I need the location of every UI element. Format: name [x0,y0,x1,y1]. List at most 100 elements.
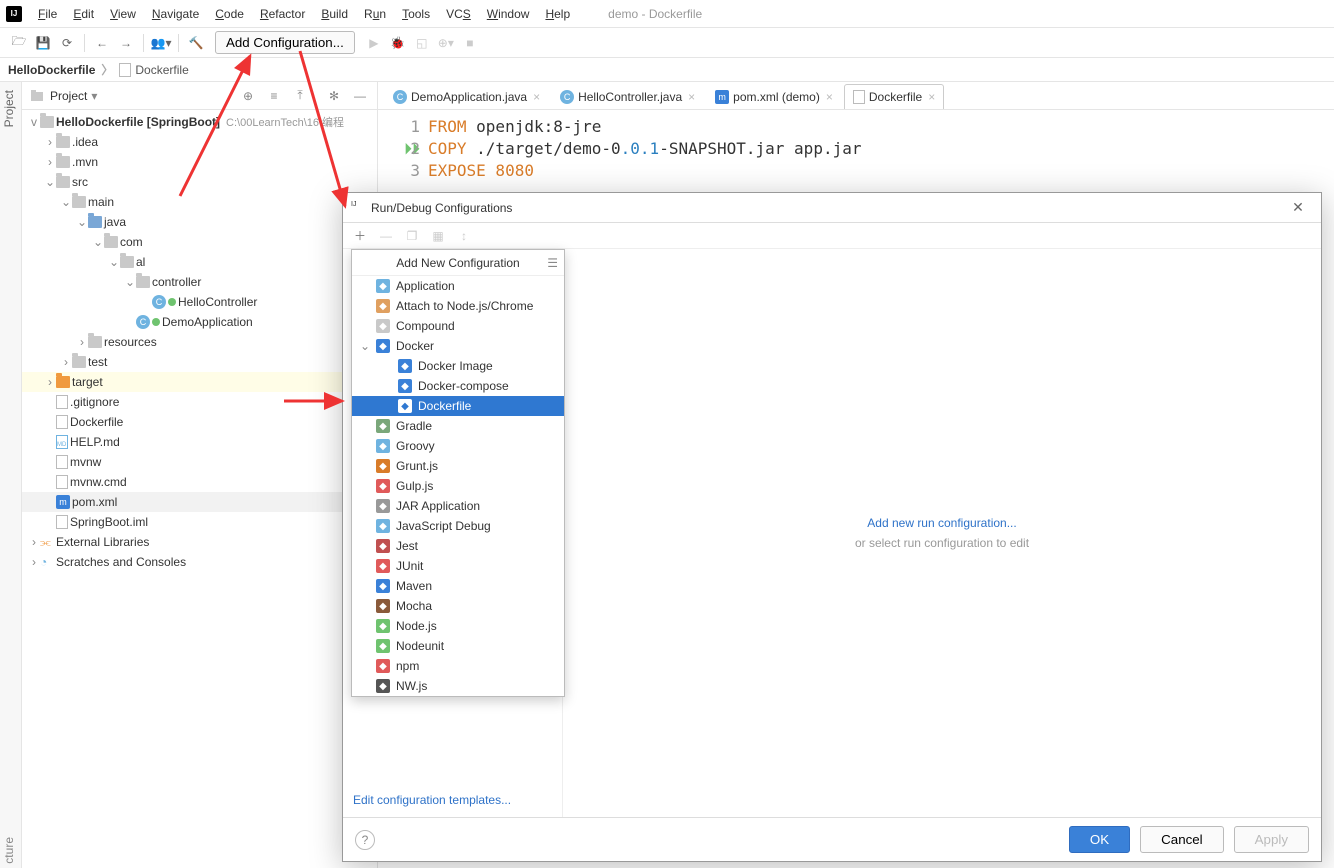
tree-node[interactable]: › target [22,372,377,392]
tree-node[interactable]: HELP.md [22,432,377,452]
apply-button[interactable]: Apply [1234,826,1309,853]
tree-node[interactable]: ⌄ main [22,192,377,212]
gear-icon[interactable]: ✻ [325,87,343,105]
menu-tools[interactable]: Tools [394,3,438,25]
code-editor[interactable]: 1 ⏵⏵ 2 3 FROM openjdk:8-jre COPY ./targe… [378,110,1334,188]
config-type-item[interactable]: ◆ Grunt.js [352,456,564,476]
tree-node[interactable]: › .mvn [22,152,377,172]
save-icon[interactable]: 💾 [32,32,54,54]
save-config-icon[interactable]: ▦ [429,229,447,243]
remove-config-icon[interactable]: — [377,229,395,243]
coverage-icon[interactable]: ◱ [411,32,433,54]
close-tab-icon[interactable]: × [928,90,935,104]
debug-icon[interactable]: 🐞 [387,32,409,54]
config-type-item[interactable]: ◆ JAR Application [352,496,564,516]
tree-node[interactable]: › test [22,352,377,372]
config-type-item[interactable]: ◆ Gradle [352,416,564,436]
forward-icon[interactable]: → [115,32,137,54]
profile-icon[interactable]: ⊕▾ [435,32,457,54]
config-type-item[interactable]: ◆ Node.js [352,616,564,636]
menu-navigate[interactable]: Navigate [144,3,207,25]
menu-file[interactable]: File [30,3,65,25]
config-type-item[interactable]: ◆ NW.js [352,676,564,696]
stop-icon[interactable]: ■ [459,32,481,54]
menu-run[interactable]: Run [356,3,394,25]
cancel-button[interactable]: Cancel [1140,826,1224,853]
config-type-item[interactable]: ◆ Nodeunit [352,636,564,656]
tree-node[interactable]: SpringBoot.iml [22,512,377,532]
tree-node[interactable]: ⌄ com [22,232,377,252]
config-type-item[interactable]: ◆ Dockerfile [352,396,564,416]
tree-node[interactable]: .gitignore [22,392,377,412]
build-icon[interactable]: 🔨 [185,32,207,54]
config-type-item[interactable]: ◆ Compound [352,316,564,336]
tree-root[interactable]: v HelloDockerfile [SpringBoot] C:\00Lear… [22,112,377,132]
menu-help[interactable]: Help [537,3,578,25]
tree-node[interactable]: ⌄ al [22,252,377,272]
tree-scratches[interactable]: ›◔ Scratches and Consoles [22,552,377,572]
copy-config-icon[interactable]: ❐ [403,229,421,243]
config-type-item[interactable]: ⌄ ◆ Docker [352,336,564,356]
tree-node[interactable]: ⌄ java [22,212,377,232]
tree-node[interactable]: Dockerfile [22,412,377,432]
open-icon[interactable]: 🗁 [8,32,30,54]
menu-edit[interactable]: Edit [65,3,102,25]
config-type-item[interactable]: ◆ Groovy [352,436,564,456]
menu-code[interactable]: Code [207,3,252,25]
sync-icon[interactable]: ⟳ [56,32,78,54]
config-type-item[interactable]: ◆ Jest [352,536,564,556]
dialog-close-icon[interactable]: ✕ [1283,199,1313,216]
tree-external-libraries[interactable]: ›⫘ External Libraries [22,532,377,552]
add-configuration-button[interactable]: Add Configuration... [215,31,355,54]
back-icon[interactable]: ← [91,32,113,54]
editor-tab[interactable]: Dockerfile× [844,84,944,109]
project-tree[interactable]: v HelloDockerfile [SpringBoot] C:\00Lear… [22,110,377,574]
menu-window[interactable]: Window [479,3,538,25]
users-icon[interactable]: 👥▾ [150,32,172,54]
tree-node[interactable]: › .idea [22,132,377,152]
popup-settings-icon[interactable]: ☰ [547,256,558,270]
add-config-icon[interactable]: ＋ [351,227,369,244]
config-type-item[interactable]: ◆ Gulp.js [352,476,564,496]
expand-all-icon[interactable]: ≡ [265,87,283,105]
collapse-all-icon[interactable]: ⤒ [291,87,309,105]
config-type-item[interactable]: ◆ JUnit [352,556,564,576]
structure-toolwindow-tab[interactable]: cture [2,837,16,864]
editor-tab[interactable]: mpom.xml (demo)× [706,84,842,109]
close-tab-icon[interactable]: × [688,90,695,104]
config-type-item[interactable]: ◆ Attach to Node.js/Chrome [352,296,564,316]
config-type-item[interactable]: ◆ Maven [352,576,564,596]
menu-vcs[interactable]: VCS [438,3,479,25]
tree-node[interactable]: mvnw.cmd [22,472,377,492]
tree-node[interactable]: ⌄ controller [22,272,377,292]
tree-node[interactable]: mvnw [22,452,377,472]
config-type-item[interactable]: ◆ Application [352,276,564,296]
edit-templates-link[interactable]: Edit configuration templates... [343,783,562,817]
menu-refactor[interactable]: Refactor [252,3,313,25]
config-type-item[interactable]: ◆ JavaScript Debug [352,516,564,536]
config-type-item[interactable]: ◆ npm [352,656,564,676]
add-new-run-config-link[interactable]: Add new run configuration... [867,516,1016,530]
close-tab-icon[interactable]: × [533,90,540,104]
editor-tab[interactable]: CDemoApplication.java× [384,84,549,109]
menu-build[interactable]: Build [313,3,356,25]
tree-node[interactable]: C HelloController [22,292,377,312]
breadcrumb-file[interactable]: Dockerfile [119,63,188,77]
config-type-item[interactable]: ◆ Docker Image [352,356,564,376]
breadcrumb-root[interactable]: HelloDockerfile [8,63,95,77]
tree-node[interactable]: › resources [22,332,377,352]
tree-node[interactable]: m pom.xml [22,492,377,512]
run-icon[interactable]: ▶ [363,32,385,54]
hide-icon[interactable]: — [351,87,369,105]
editor-tab[interactable]: CHelloController.java× [551,84,704,109]
menu-view[interactable]: View [102,3,144,25]
project-panel-title[interactable]: Project ▾ [30,89,97,103]
ok-button[interactable]: OK [1069,826,1130,853]
close-tab-icon[interactable]: × [826,90,833,104]
move-config-icon[interactable]: ↕ [455,229,473,243]
tree-node[interactable]: ⌄ src [22,172,377,192]
tree-node[interactable]: C DemoApplication [22,312,377,332]
config-type-item[interactable]: ◆ Docker-compose [352,376,564,396]
help-icon[interactable]: ? [355,830,375,850]
config-type-item[interactable]: ◆ Mocha [352,596,564,616]
